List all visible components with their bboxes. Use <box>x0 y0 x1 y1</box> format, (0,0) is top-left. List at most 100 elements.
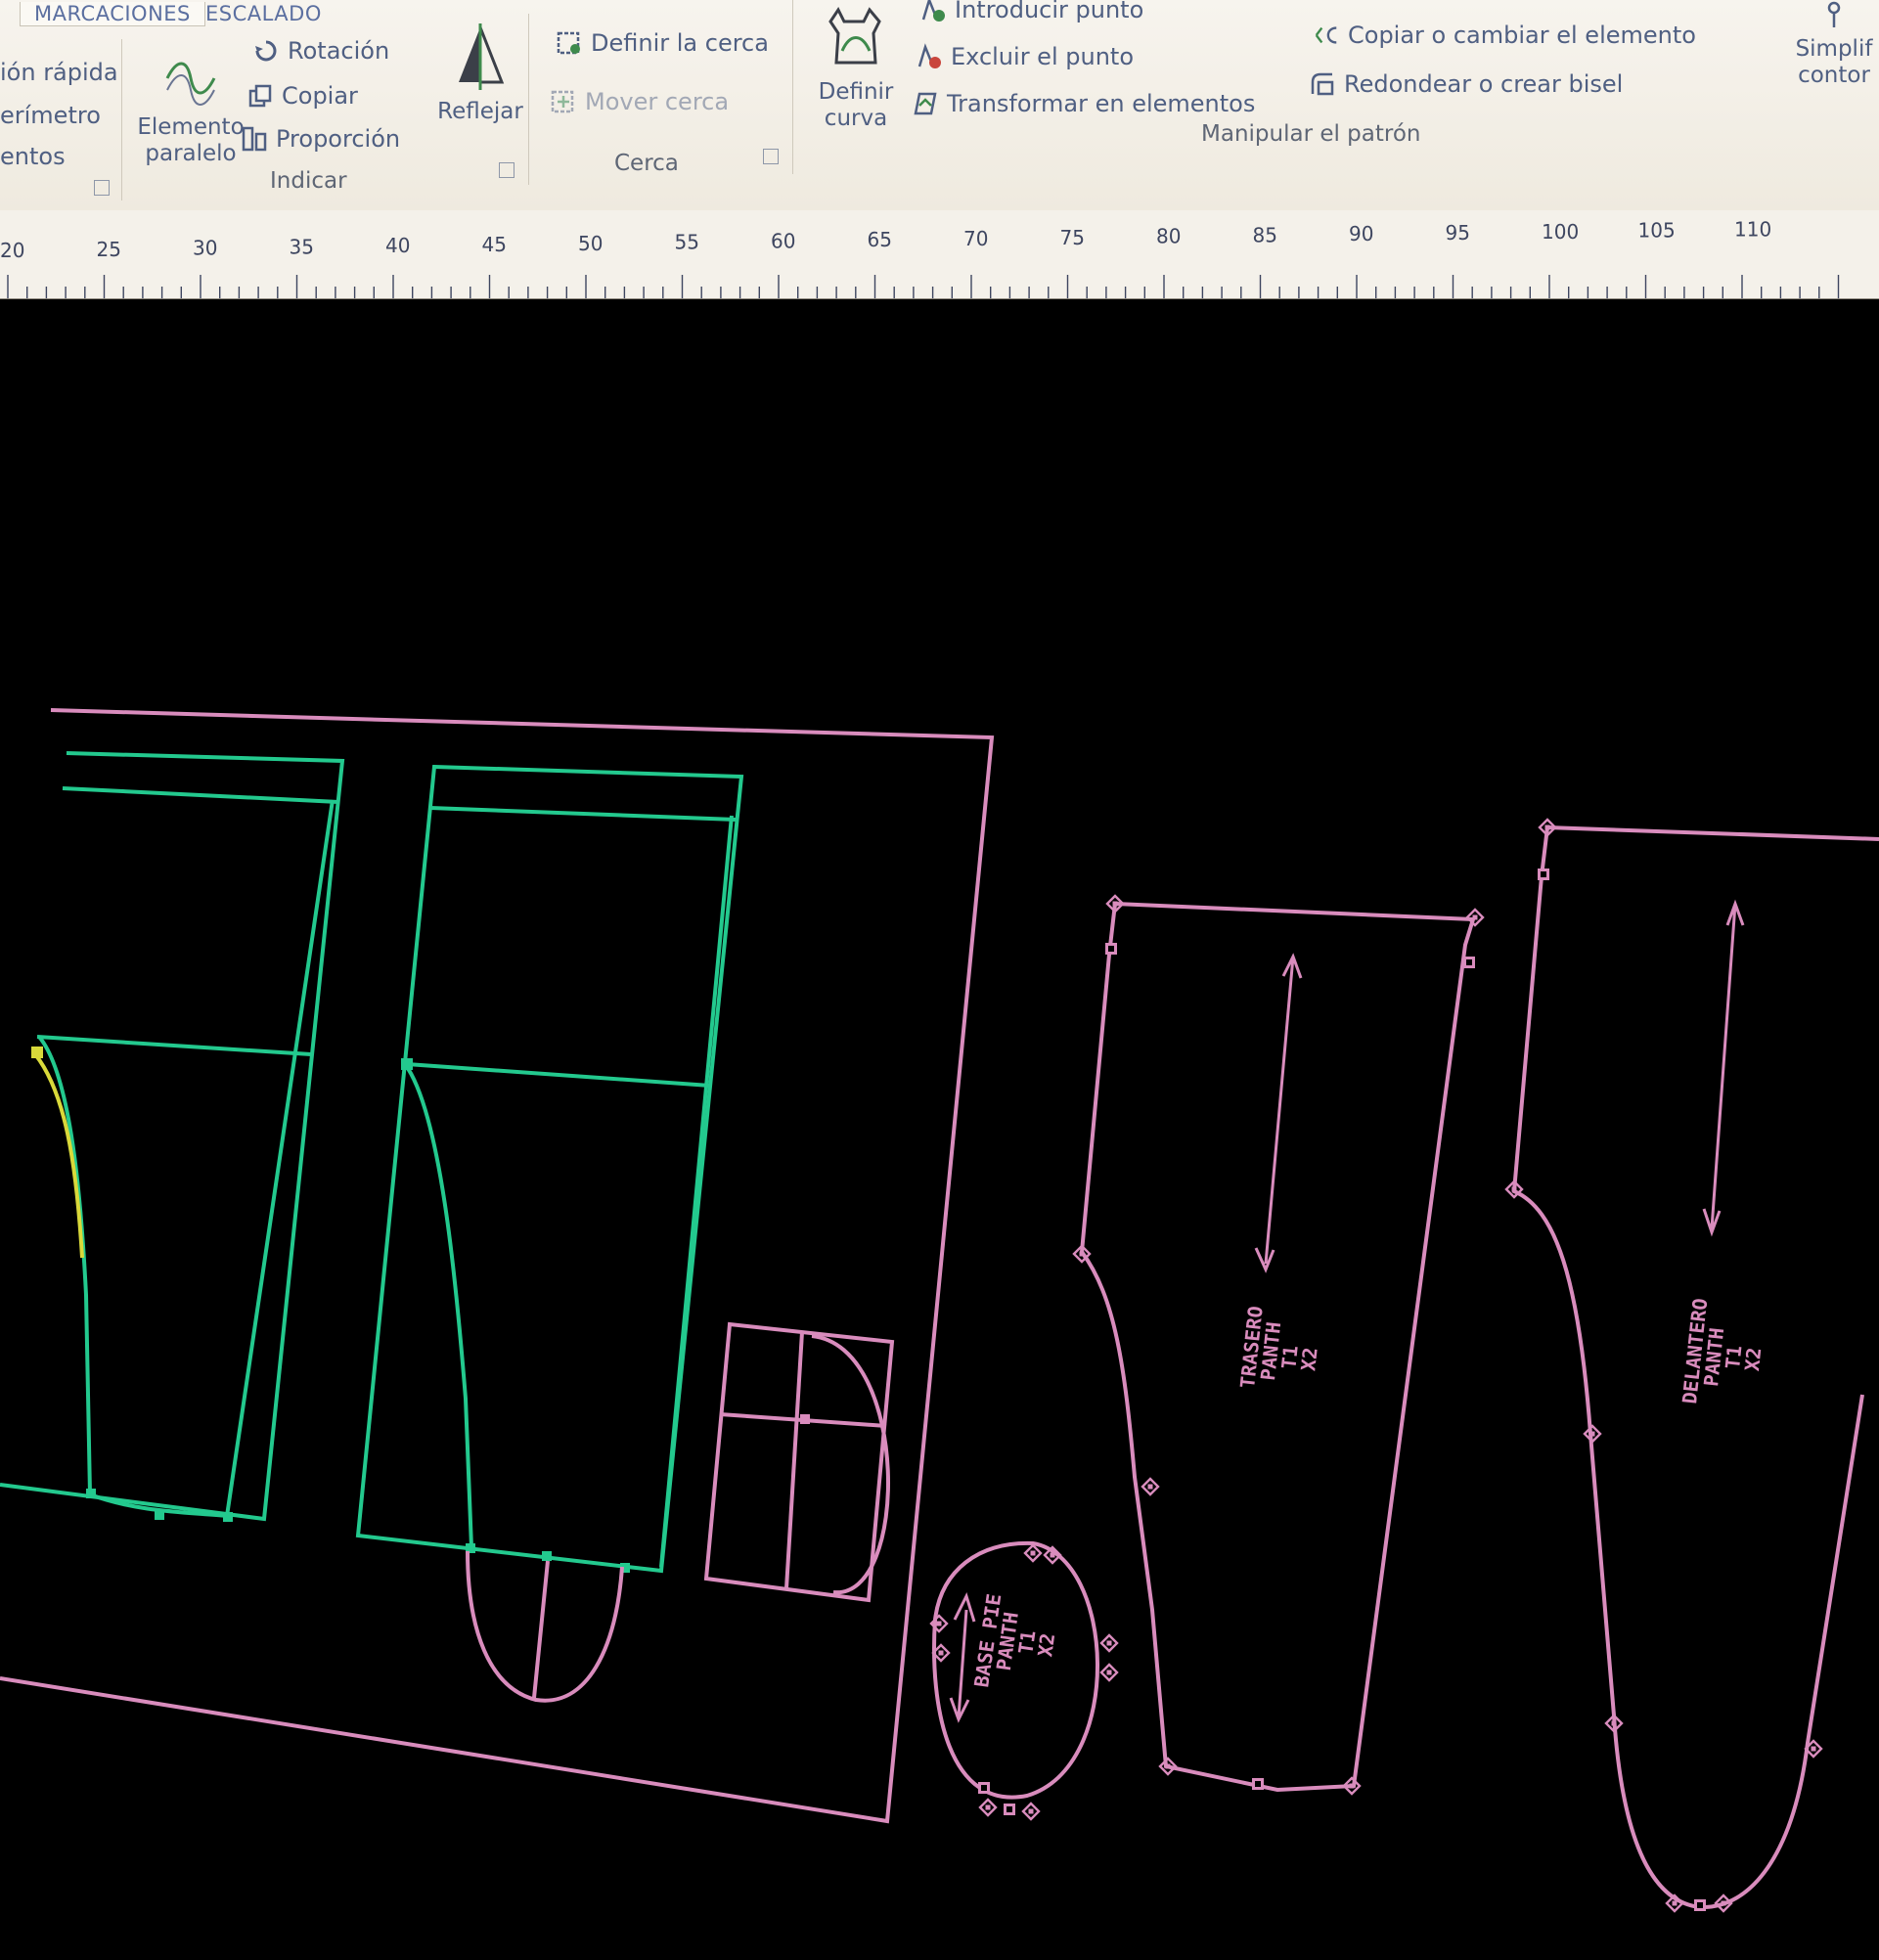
simplify-label-1: Simplif <box>1795 36 1873 62</box>
insert-point-label: Introducir punto <box>955 0 1144 23</box>
insert-point-button[interactable]: Introducir punto <box>919 0 1143 23</box>
round-bevel-button[interactable]: Redondear o crear bisel <box>1309 70 1623 98</box>
rotation-icon <box>252 37 280 65</box>
ruler-tick-label: 25 <box>97 238 121 261</box>
exclude-point-button[interactable]: Excluir el punto <box>916 43 1134 70</box>
simplify-contour-button[interactable]: Simplif contor <box>1780 0 1879 89</box>
green-point[interactable] <box>86 1489 96 1498</box>
quick-fit-button[interactable]: ión rápida <box>0 59 118 86</box>
parallel-label-2: paralelo <box>145 141 237 166</box>
define-curve-button[interactable]: Definir curva <box>808 4 904 132</box>
parallel-wave-icon <box>165 62 216 106</box>
svg-text:TRASERO PANTH: TRASERO PANTH T1 X2 <box>1235 1293 1327 1396</box>
ruler-ticks: 20 25 30 35 40 45 50 55 60 65 70 75 80 85 90 95 100 105 11… <box>0 217 1840 298</box>
exclude-point-icon <box>916 43 943 70</box>
ruler-tick-label: 70 <box>963 227 988 250</box>
define-fence-icon <box>556 29 583 57</box>
move-fence-button[interactable]: Mover cerca <box>550 88 729 115</box>
green-point[interactable] <box>542 1551 552 1561</box>
define-fence-label: Definir la cerca <box>591 29 769 57</box>
proportion-button[interactable]: Proporción <box>241 125 400 153</box>
ruler-tick-label: 90 <box>1349 222 1373 245</box>
green-piece-right[interactable] <box>355 764 744 1574</box>
copy-change-element-button[interactable]: Copiar o cambiar el elemento <box>1313 22 1696 49</box>
small-rect-piece[interactable] <box>703 1321 895 1603</box>
ruler-tick-label: 50 <box>578 232 603 255</box>
round-bevel-label: Redondear o crear bisel <box>1344 70 1624 98</box>
rotation-label: Rotación <box>288 37 390 65</box>
elements-button[interactable]: entos <box>0 143 66 170</box>
selected-point[interactable] <box>31 1047 43 1058</box>
cerca-launcher-icon[interactable] <box>763 149 779 164</box>
front-leg-piece[interactable]: DELANTERO PANTH T1 X2 <box>1504 818 1879 1913</box>
indicar-group-label: Indicar <box>270 168 347 194</box>
define-curve-icon <box>828 7 881 65</box>
pattern-drawing[interactable]: BASE PIE PANTH T1 X2 TRASERO PANTH T1 X2… <box>0 299 1879 1956</box>
rotation-button[interactable]: Rotación <box>252 37 389 65</box>
ruler-tick-label: 65 <box>868 228 892 251</box>
parallel-label-1: Elemento <box>137 114 245 140</box>
group-divider <box>121 39 122 200</box>
ruler-tick-label: 110 <box>1734 217 1771 241</box>
tab-escalado[interactable]: ESCALADO <box>205 2 322 25</box>
ruler-tick-label: 45 <box>482 233 507 256</box>
reflect-button[interactable]: Reflejar <box>426 23 534 125</box>
copy-icon <box>246 82 274 110</box>
copy-change-element-label: Copiar o cambiar el elemento <box>1348 22 1696 49</box>
reflect-label: Reflejar <box>437 99 523 124</box>
oval-piece[interactable]: BASE PIE PANTH T1 X2 <box>929 1540 1119 1821</box>
transform-elements-button[interactable]: Transformar en elementos <box>912 90 1255 117</box>
pink-hem-piece[interactable] <box>466 1550 624 1703</box>
define-curve-label-2: curva <box>824 106 888 131</box>
transform-elements-icon <box>912 90 939 117</box>
copy-button[interactable]: Copiar <box>246 82 358 110</box>
ruler-tick-label: 40 <box>385 234 410 257</box>
ribbon-toolbar: MARCACIONES ESCALADO ión rápida erímetro… <box>0 0 1879 211</box>
pink-point[interactable] <box>800 1414 810 1424</box>
insert-point-icon <box>919 0 947 23</box>
copy-change-element-icon <box>1313 22 1340 49</box>
group-divider <box>792 0 793 174</box>
front-piece-label-qty: X2 <box>1740 1347 1766 1372</box>
ruler-tick-label: 105 <box>1638 219 1676 243</box>
green-point[interactable] <box>401 1058 413 1070</box>
ruler-tick-label: 75 <box>1060 226 1085 249</box>
cerca-group-label: Cerca <box>614 151 679 176</box>
ruler-tick-label: 20 <box>0 239 24 262</box>
move-fence-icon <box>550 88 577 115</box>
ruler-tick-label: 35 <box>290 235 314 258</box>
move-fence-label: Mover cerca <box>585 88 730 115</box>
define-curve-label-1: Definir <box>818 79 894 105</box>
ruler-tick-label: 100 <box>1542 220 1579 244</box>
ruler-tick-label: 95 <box>1446 221 1470 245</box>
proportion-label: Proporción <box>276 125 401 153</box>
ruler-tick-label: 85 <box>1253 223 1277 246</box>
perimeter-button[interactable]: erímetro <box>0 102 101 129</box>
transform-elements-label: Transformar en elementos <box>947 90 1256 117</box>
marker-frame[interactable] <box>0 708 995 1824</box>
ruler-tick-label: 55 <box>675 231 699 254</box>
simplify-label-2: contor <box>1798 63 1870 88</box>
round-bevel-icon <box>1309 70 1336 98</box>
proportion-icon <box>241 125 268 153</box>
parallel-element-button[interactable]: Elemento paralelo <box>137 49 245 167</box>
green-point[interactable] <box>223 1512 233 1522</box>
copy-label: Copiar <box>282 82 358 110</box>
back-leg-piece[interactable]: TRASERO PANTH T1 X2 <box>1072 894 1485 1796</box>
group-divider <box>528 14 529 185</box>
back-piece-label-qty: X2 <box>1296 1346 1321 1371</box>
tab-marcaciones[interactable]: MARCACIONES <box>20 2 205 26</box>
svg-text:BASE PIE PANTH: BASE PIE PANTH T1 X2 <box>969 1581 1065 1697</box>
ruler-tick-label: 60 <box>771 229 795 252</box>
drawing-canvas[interactable]: BASE PIE PANTH T1 X2 TRASERO PANTH T1 X2… <box>0 299 1879 1956</box>
ruler-tick-label: 80 <box>1156 225 1181 248</box>
indicar-launcher-icon[interactable] <box>499 162 514 178</box>
horizontal-ruler[interactable]: 20 25 30 35 40 45 50 55 60 65 70 75 80 85 90 95 100 105 11… <box>0 210 1879 299</box>
svg-text:DELANTERO PANTH: DELANTERO PANTH T1 X2 <box>1678 1285 1771 1411</box>
green-piece-left[interactable] <box>0 751 345 1522</box>
group-launcher-icon[interactable] <box>94 180 110 196</box>
green-point[interactable] <box>155 1510 164 1520</box>
manip-group-label: Manipular el patrón <box>1201 121 1421 147</box>
ruler-tick-label: 30 <box>193 237 217 260</box>
define-fence-button[interactable]: Definir la cerca <box>556 29 769 57</box>
